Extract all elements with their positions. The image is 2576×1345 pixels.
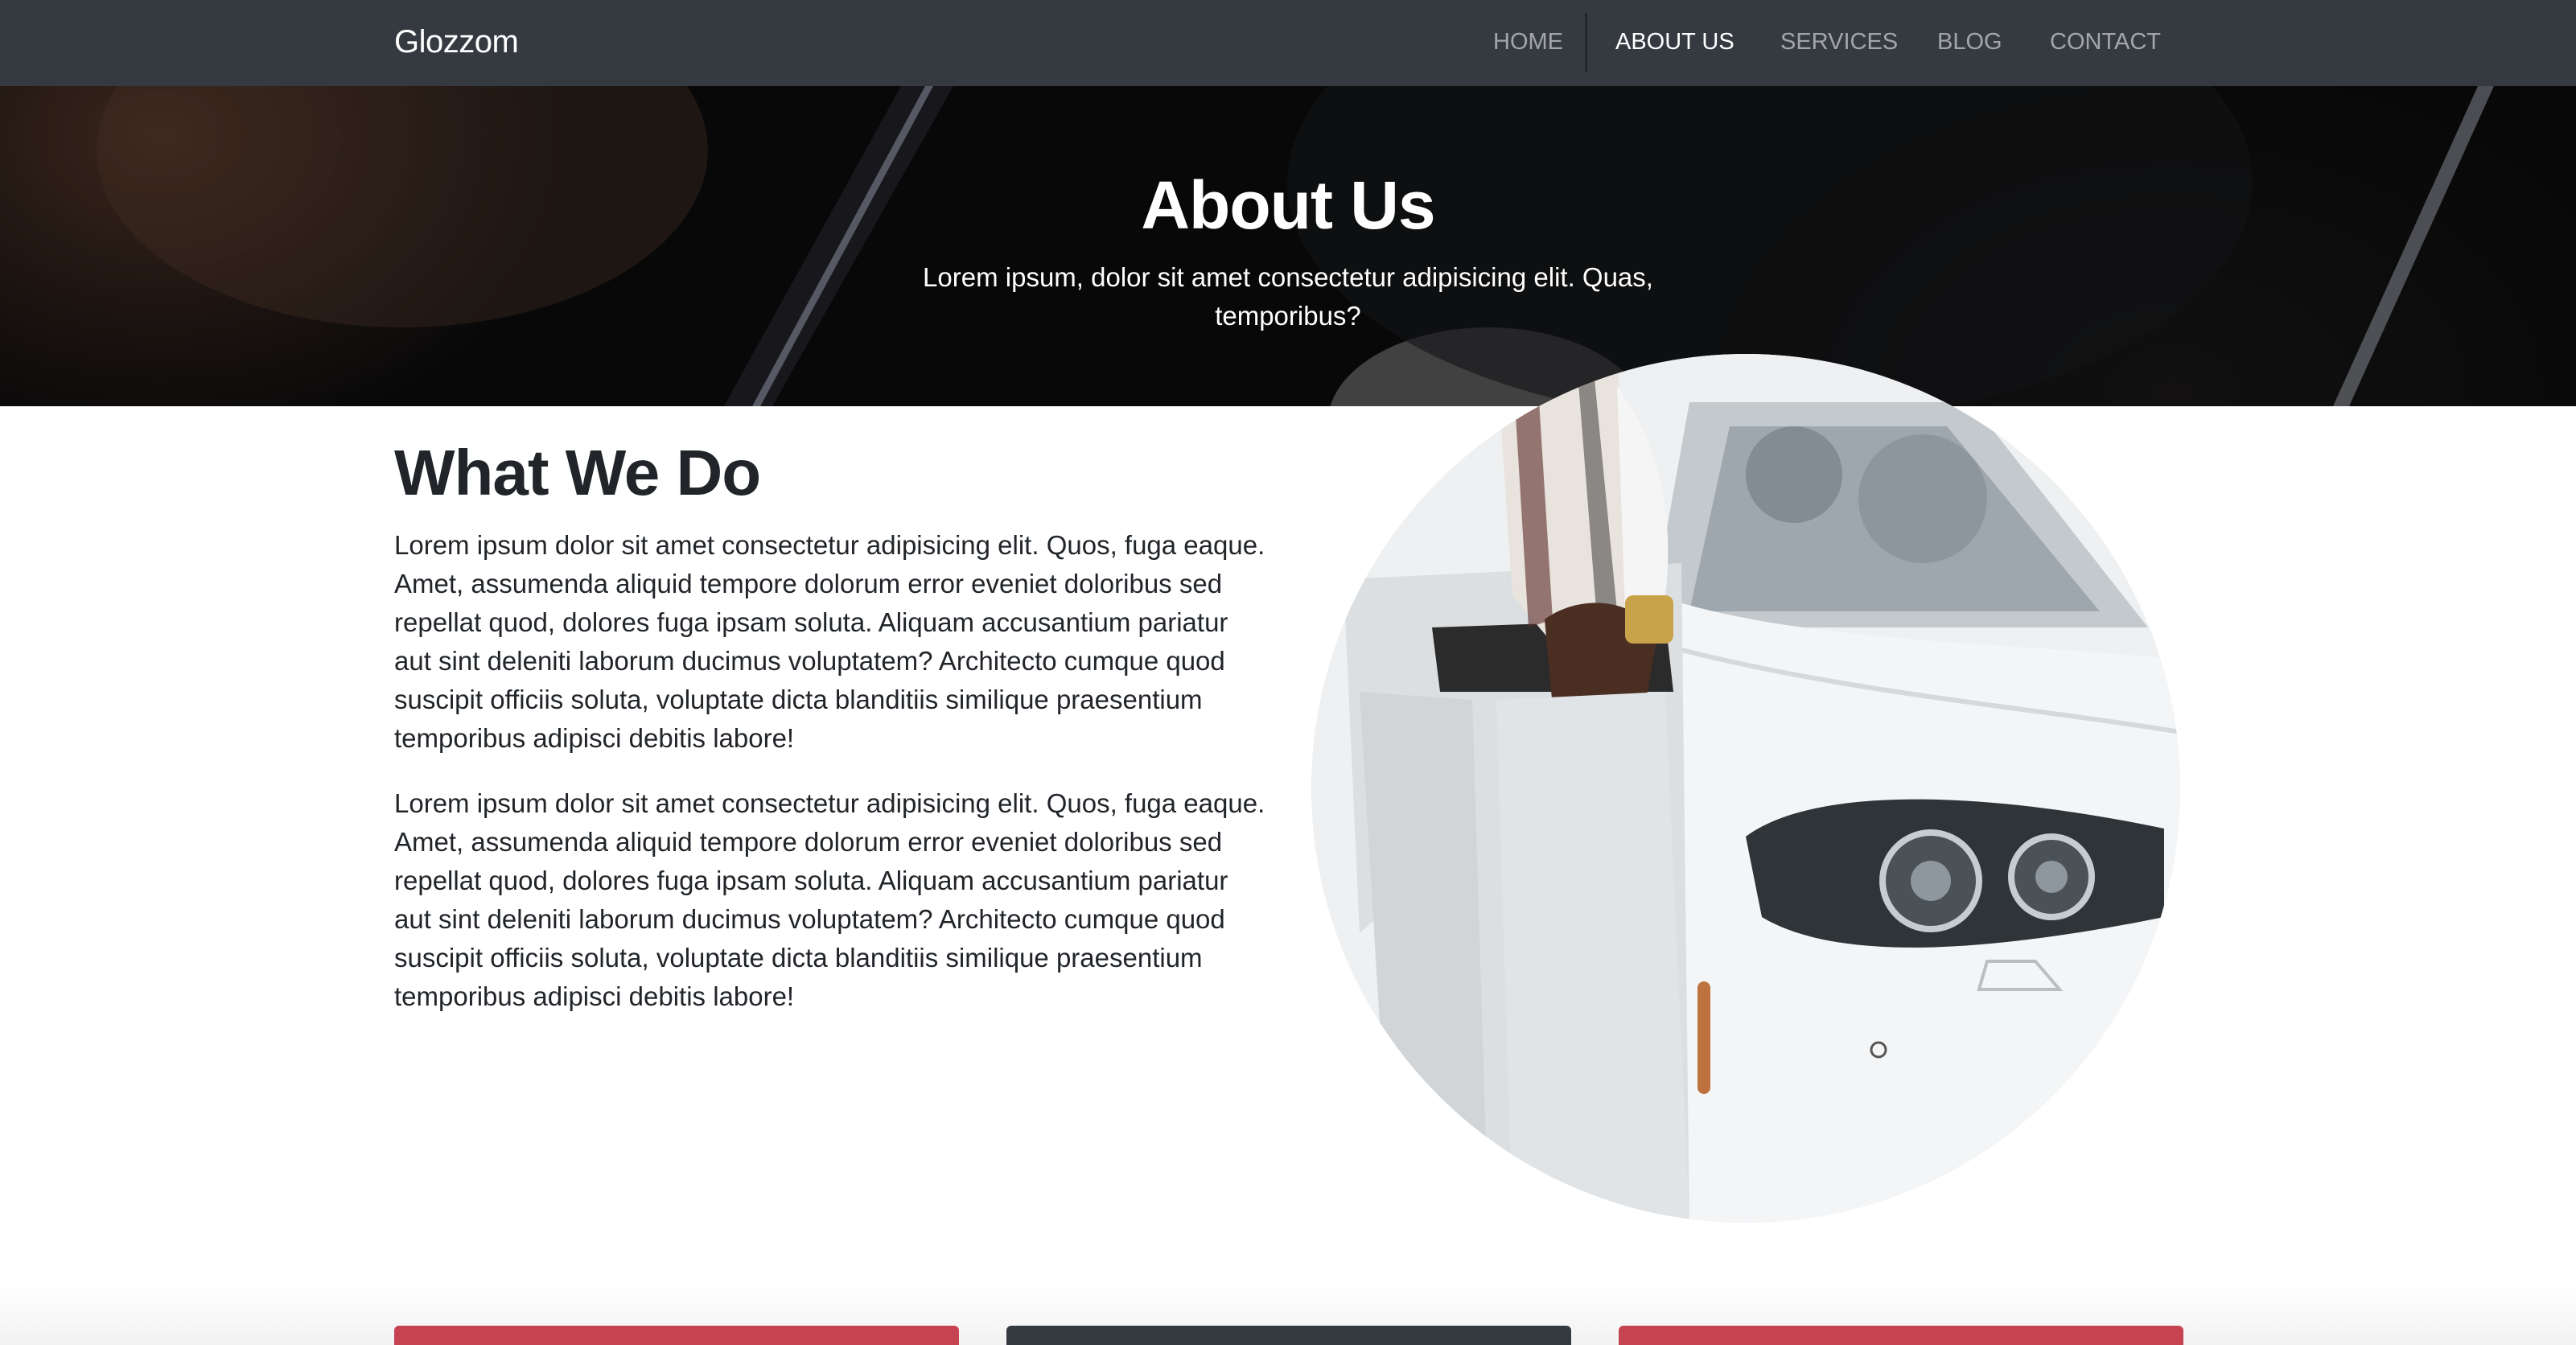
page-title: About Us — [1141, 167, 1435, 243]
nav-item-blog[interactable]: BLOG — [1937, 29, 2002, 56]
nav-item-services[interactable]: SERVICES — [1780, 29, 1898, 56]
hero-banner: About Us Lorem ipsum, dolor sit amet con… — [0, 86, 2576, 406]
nav-item-about-us[interactable]: ABOUT US — [1615, 29, 1734, 56]
nav-item-home[interactable]: HOME — [1493, 29, 1563, 56]
man-and-car-illustration — [1311, 354, 2180, 1223]
hero-overlay — [0, 86, 2576, 406]
feature-card-2 — [1006, 1326, 1571, 1345]
about-paragraph: Lorem ipsum dolor sit amet consectetur a… — [394, 788, 1265, 1011]
top-navbar: Glozzom HOME ABOUT US SERVICES BLOG CONT… — [0, 0, 2576, 86]
feature-card-1 — [394, 1326, 959, 1345]
hero-subtitle: Lorem ipsum, dolor sit amet consectetur … — [923, 262, 1653, 331]
nav-divider — [1585, 13, 1587, 72]
feature-card-3 — [1619, 1326, 2183, 1345]
about-image — [1311, 354, 2180, 1223]
nav-item-contact[interactable]: CONTACT — [2050, 29, 2161, 56]
about-paragraph: Lorem ipsum dolor sit amet consectetur a… — [394, 530, 1265, 753]
section-heading: What We Do — [394, 437, 761, 508]
brand-logo[interactable]: Glozzom — [394, 24, 519, 60]
